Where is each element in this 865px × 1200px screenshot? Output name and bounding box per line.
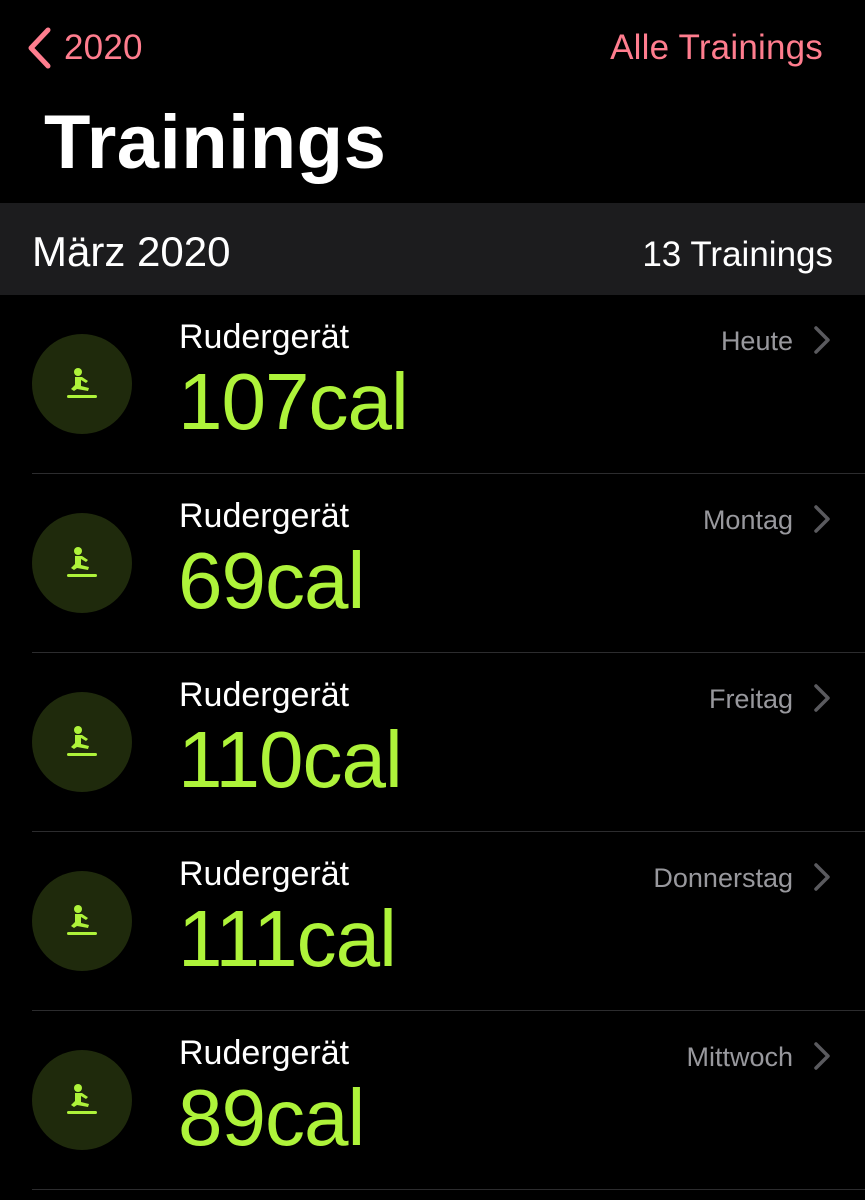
workout-calories: 107cal	[178, 357, 409, 446]
workout-day: Donnerstag	[653, 863, 793, 893]
workout-row[interactable]: Rudergerät 107cal Heute	[0, 295, 865, 474]
chevron-right-icon	[813, 683, 831, 713]
rowing-machine-icon	[67, 368, 97, 398]
workout-calories: 111cal	[178, 894, 397, 983]
workout-icon-badge	[32, 334, 132, 434]
chevron-right-icon	[813, 862, 831, 892]
rowing-machine-icon	[67, 1084, 97, 1114]
chevron-right-icon	[813, 504, 831, 534]
workout-row[interactable]: Rudergerät 111cal Donnerstag	[0, 832, 865, 1011]
workout-day: Montag	[702, 505, 793, 535]
workout-name: Rudergerät	[179, 318, 350, 356]
workout-name: Rudergerät	[179, 497, 350, 535]
back-button-label: 2020	[64, 28, 143, 67]
workout-row[interactable]: Rudergerät 110cal Freitag	[0, 653, 865, 832]
workout-calories: 89cal	[178, 1073, 365, 1162]
workout-name: Rudergerät	[179, 676, 350, 714]
chevron-right-icon	[813, 1041, 831, 1071]
rowing-machine-icon	[67, 905, 97, 935]
row-divider	[32, 1189, 865, 1190]
page-title: Trainings	[44, 100, 387, 185]
back-button[interactable]: 2020	[26, 22, 143, 74]
workout-icon-badge	[32, 513, 132, 613]
workout-icon-badge	[32, 692, 132, 792]
workout-day: Heute	[720, 326, 793, 356]
workout-row[interactable]: Rudergerät 89cal Mittwoch	[0, 1011, 865, 1190]
section-header: März 2020 13 Trainings	[0, 203, 865, 295]
workout-name: Rudergerät	[179, 1034, 350, 1072]
chevron-right-icon	[813, 325, 831, 355]
rowing-machine-icon	[67, 726, 97, 756]
workout-calories: 110cal	[178, 715, 403, 804]
navigation-bar: 2020 Alle Trainings	[0, 0, 865, 96]
rowing-machine-icon	[67, 547, 97, 577]
chevron-left-icon	[28, 27, 51, 69]
section-title: März 2020	[32, 228, 231, 275]
workout-name: Rudergerät	[179, 855, 350, 893]
workout-day: Freitag	[708, 684, 793, 714]
workout-icon-badge	[32, 871, 132, 971]
workout-list: Rudergerät 107cal Heute Rudergerät 69cal…	[0, 295, 865, 1190]
workout-icon-badge	[32, 1050, 132, 1150]
all-trainings-link[interactable]: Alle Trainings	[610, 28, 823, 68]
section-count: 13 Trainings	[642, 235, 833, 274]
workout-day: Mittwoch	[686, 1042, 793, 1072]
workout-calories: 69cal	[178, 536, 365, 625]
workout-row[interactable]: Rudergerät 69cal Montag	[0, 474, 865, 653]
